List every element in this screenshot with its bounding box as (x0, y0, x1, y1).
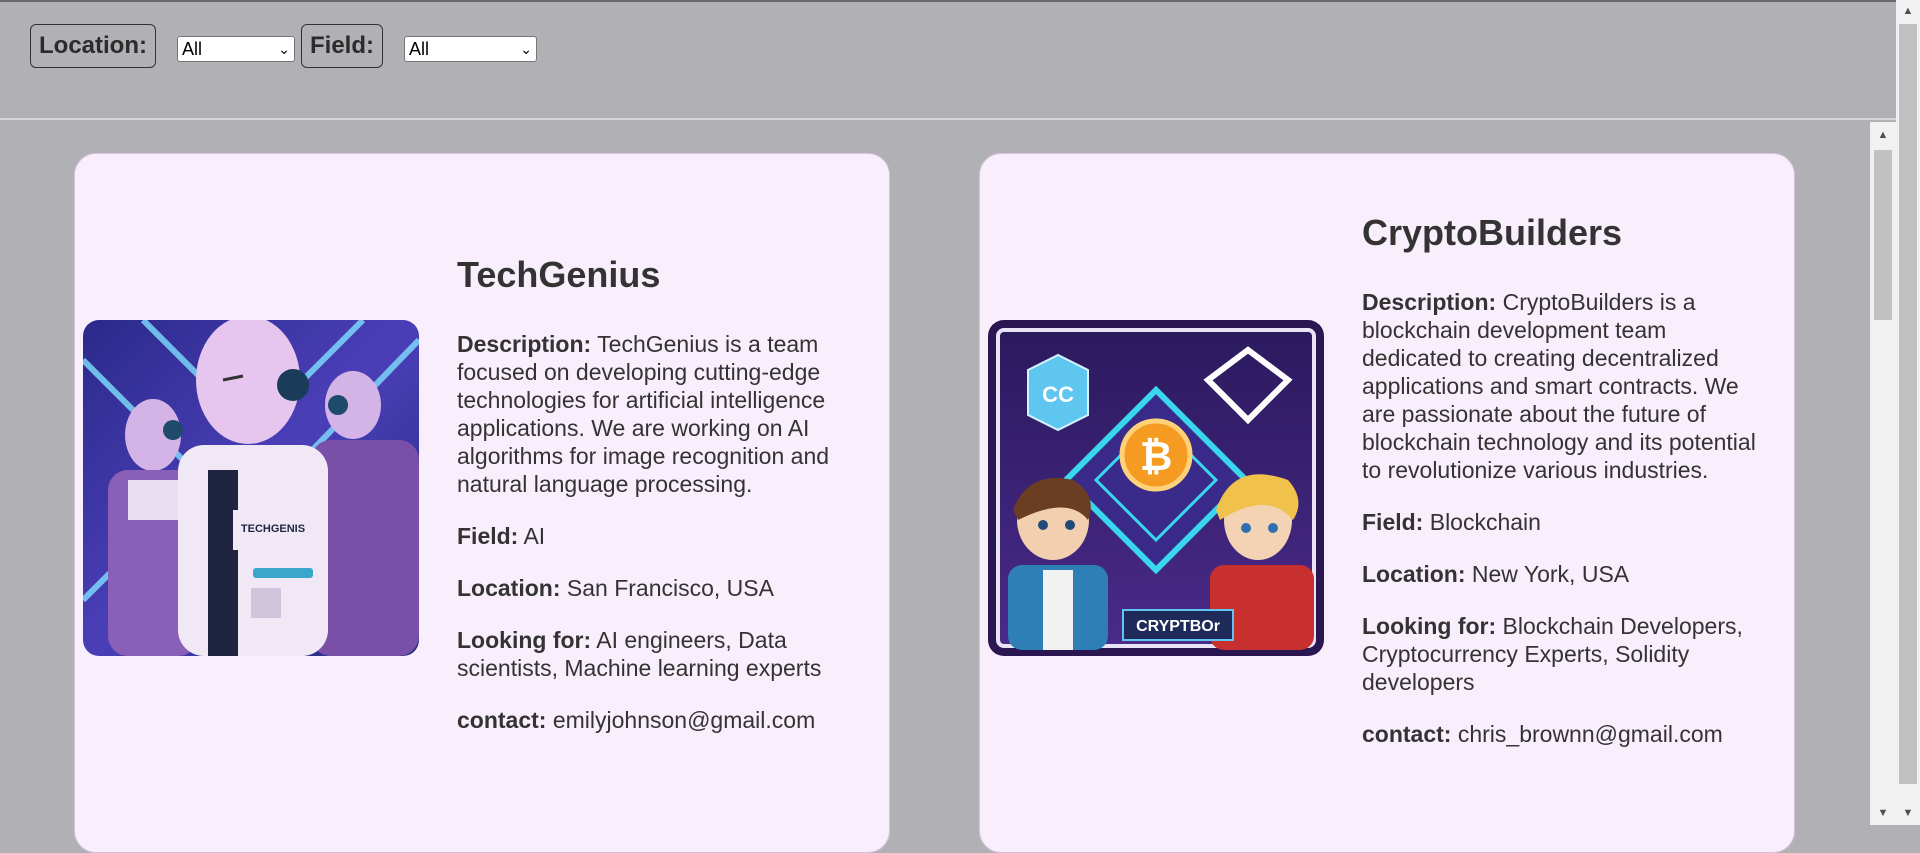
bitcoin-icon: ₿ (1140, 434, 1173, 480)
team-card: ₿ CC CRYPTBOr CryptoBuilders Description… (979, 153, 1795, 853)
chevron-down-icon: ⌄ (520, 41, 532, 57)
description-label: Description: (1362, 289, 1497, 315)
team-title: TechGenius (457, 254, 661, 295)
team-field: Field: AI (457, 522, 857, 550)
team-image: TECHGENIS (83, 320, 419, 656)
image-caption-text: CRYPTBOr (1136, 618, 1220, 635)
location-value: San Francisco, USA (566, 575, 774, 601)
location-value: New York, USA (1471, 561, 1630, 587)
page-scrollbar-thumb[interactable] (1899, 24, 1917, 784)
page-scroll-down-arrow-icon[interactable]: ▼ (1899, 804, 1917, 822)
description-text: CryptoBuilders is a blockchain developme… (1362, 289, 1756, 483)
team-card: TECHGENIS TechGenius Description: TechGe… (74, 153, 890, 853)
team-location: Location: San Francisco, USA (457, 574, 857, 602)
team-title: CryptoBuilders (1362, 212, 1623, 253)
field-label: Field: (1362, 509, 1424, 535)
scroll-up-arrow-icon[interactable]: ▲ (1874, 126, 1892, 144)
location-label: Location: (457, 575, 561, 601)
field-filter-label: Field: (301, 24, 383, 68)
description-label: Description: (457, 331, 592, 357)
contact-value: emilyjohnson@gmail.com (552, 707, 816, 733)
team-description: Description: TechGenius is a team focuse… (457, 330, 857, 498)
field-filter-value: All (409, 39, 430, 59)
team-contact: contact: emilyjohnson@gmail.com (457, 706, 857, 734)
page-scroll-up-arrow-icon[interactable]: ▲ (1899, 2, 1917, 20)
looking-for-label: Looking for: (1362, 613, 1497, 639)
image-caption-text: TECHGENIS (241, 523, 305, 535)
field-label: Field: (457, 523, 519, 549)
team-looking-for: Looking for: Blockchain Developers, Cryp… (1362, 612, 1762, 696)
location-filter-value: All (182, 39, 203, 59)
team-description: Description: CryptoBuilders is a blockch… (1362, 288, 1762, 484)
team-card-body: TechGenius Description: TechGenius is a … (457, 254, 857, 758)
team-field: Field: Blockchain (1362, 508, 1762, 536)
cube-logo-text: CC (1042, 382, 1074, 407)
team-location: Location: New York, USA (1362, 560, 1762, 588)
location-label: Location: (1362, 561, 1466, 587)
team-looking-for: Looking for: AI engineers, Data scientis… (457, 626, 857, 682)
contact-label: contact: (1362, 721, 1452, 747)
field-filter-select[interactable]: All ⌄ (404, 36, 537, 62)
location-filter-label: Location: (30, 24, 156, 68)
contact-value: chris_brownn@gmail.com (1457, 721, 1723, 747)
field-value: Blockchain (1429, 509, 1541, 535)
content-scrollbar-thumb[interactable] (1874, 150, 1892, 320)
scroll-down-arrow-icon[interactable]: ▼ (1874, 804, 1892, 822)
team-image: ₿ CC CRYPTBOr (988, 320, 1324, 656)
chevron-down-icon: ⌄ (278, 41, 290, 57)
filter-bar: Location: All ⌄ Field: All ⌄ (0, 0, 1920, 120)
location-filter-select[interactable]: All ⌄ (177, 36, 295, 62)
team-contact: contact: chris_brownn@gmail.com (1362, 720, 1762, 748)
looking-for-label: Looking for: (457, 627, 592, 653)
team-card-body: CryptoBuilders Description: CryptoBuilde… (1362, 212, 1762, 772)
contact-label: contact: (457, 707, 547, 733)
field-value: AI (523, 523, 546, 549)
